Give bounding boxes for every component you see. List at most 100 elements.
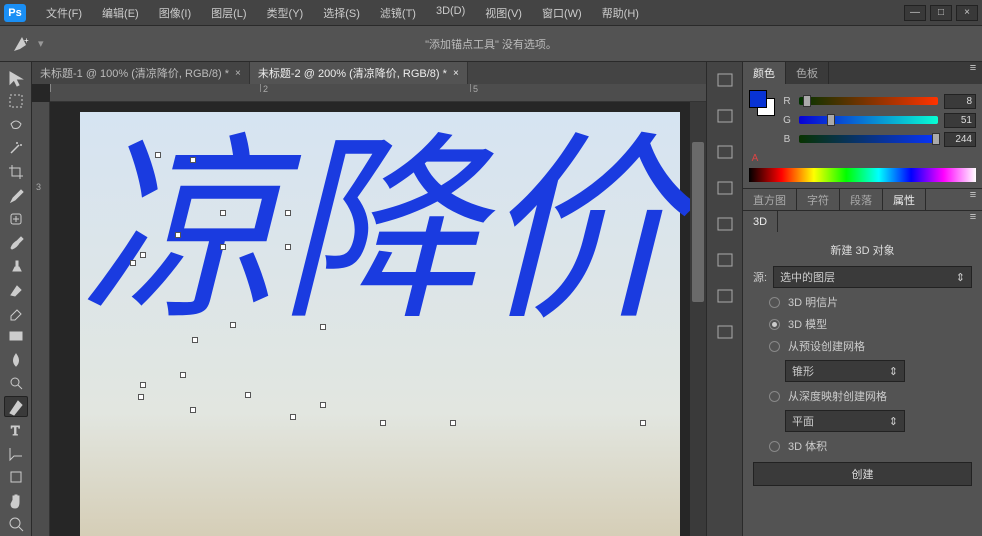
maximize-button[interactable]: □ bbox=[930, 5, 952, 21]
anchor-point[interactable] bbox=[175, 232, 181, 238]
radio-icon[interactable] bbox=[769, 441, 780, 452]
ruler-vertical[interactable]: 3 bbox=[32, 102, 50, 536]
hand-tool[interactable] bbox=[4, 490, 28, 511]
marquee-tool[interactable] bbox=[4, 90, 28, 111]
tab-color[interactable]: 颜色 bbox=[743, 62, 786, 84]
3d-sub-select-3[interactable]: 平面⇕ bbox=[785, 410, 905, 432]
3d-option-3[interactable]: 从深度映射创建网格 bbox=[769, 388, 972, 404]
panel-menu-icon[interactable]: ≡ bbox=[964, 211, 982, 232]
text-tool[interactable]: T bbox=[4, 419, 28, 440]
scrollbar-vertical[interactable] bbox=[690, 102, 706, 536]
3d-option-2[interactable]: 从预设创建网格 bbox=[769, 338, 972, 354]
b-slider[interactable] bbox=[799, 135, 938, 145]
crop-tool[interactable] bbox=[4, 161, 28, 182]
anchor-point[interactable] bbox=[130, 260, 136, 266]
ruler-horizontal[interactable]: 25 bbox=[50, 84, 706, 102]
anchor-point[interactable] bbox=[155, 152, 161, 158]
stamp-tool[interactable] bbox=[4, 255, 28, 276]
heal-tool[interactable] bbox=[4, 208, 28, 229]
foreground-color[interactable] bbox=[749, 90, 767, 108]
anchor-point[interactable] bbox=[192, 337, 198, 343]
tab-2[interactable]: 段落 bbox=[840, 189, 883, 210]
3d-option-1[interactable]: 3D 模型 bbox=[769, 316, 972, 332]
anchor-point[interactable] bbox=[380, 420, 386, 426]
3d-option-0[interactable]: 3D 明信片 bbox=[769, 294, 972, 310]
brush-tool[interactable] bbox=[4, 231, 28, 252]
pen-tool[interactable] bbox=[4, 396, 28, 418]
minimize-button[interactable]: — bbox=[904, 5, 926, 21]
anchor-point[interactable] bbox=[450, 420, 456, 426]
gradient-tool[interactable] bbox=[4, 325, 28, 346]
b-value[interactable]: 244 bbox=[944, 132, 976, 147]
anchor-point[interactable] bbox=[140, 382, 146, 388]
radio-icon[interactable] bbox=[769, 297, 780, 308]
history-panel-icon[interactable] bbox=[713, 70, 737, 90]
color-spectrum[interactable] bbox=[749, 168, 976, 182]
anchor-point[interactable] bbox=[138, 394, 144, 400]
tab-close-icon[interactable]: × bbox=[453, 68, 459, 79]
menu-5[interactable]: 选择(S) bbox=[313, 5, 370, 21]
anchor-point[interactable] bbox=[220, 210, 226, 216]
document-tab-1[interactable]: 未标题-2 @ 200% (清凉降价, RGB/8) *× bbox=[250, 62, 468, 84]
anchor-point[interactable] bbox=[220, 244, 226, 250]
radio-icon[interactable] bbox=[769, 341, 780, 352]
anchor-point[interactable] bbox=[285, 210, 291, 216]
menu-3[interactable]: 图层(L) bbox=[201, 5, 256, 21]
anchor-point[interactable] bbox=[320, 324, 326, 330]
menu-9[interactable]: 窗口(W) bbox=[532, 5, 592, 21]
create-button[interactable]: 创建 bbox=[753, 462, 972, 486]
tab-3d[interactable]: 3D bbox=[743, 211, 778, 232]
3d-panel-icon[interactable] bbox=[713, 322, 737, 342]
tab-0[interactable]: 直方图 bbox=[743, 189, 797, 210]
tab-1[interactable]: 字符 bbox=[797, 189, 840, 210]
radio-icon[interactable] bbox=[769, 319, 780, 330]
path-tool[interactable] bbox=[4, 443, 28, 464]
r-slider[interactable] bbox=[799, 97, 938, 107]
menu-7[interactable]: 3D(D) bbox=[426, 5, 475, 21]
anchor-point[interactable] bbox=[320, 402, 326, 408]
panel-menu-icon[interactable]: ≡ bbox=[964, 62, 982, 84]
tab-close-icon[interactable]: × bbox=[235, 68, 241, 79]
eyedropper-tool[interactable] bbox=[4, 184, 28, 205]
history-tool[interactable] bbox=[4, 278, 28, 299]
menu-1[interactable]: 编辑(E) bbox=[92, 5, 149, 21]
canvas-viewport[interactable]: 凉降价 bbox=[50, 102, 706, 536]
lasso-tool[interactable] bbox=[4, 114, 28, 135]
blur-tool[interactable] bbox=[4, 349, 28, 370]
anchor-point[interactable] bbox=[285, 244, 291, 250]
menu-0[interactable]: 文件(F) bbox=[36, 5, 92, 21]
anchor-point[interactable] bbox=[190, 157, 196, 163]
tab-3[interactable]: 属性 bbox=[883, 189, 926, 210]
brush-panel-icon[interactable] bbox=[713, 106, 737, 126]
channels-panel-icon[interactable] bbox=[713, 214, 737, 234]
adjust-panel-icon[interactable] bbox=[713, 142, 737, 162]
menu-8[interactable]: 视图(V) bbox=[475, 5, 532, 21]
fg-bg-swatches[interactable] bbox=[749, 90, 775, 116]
shape-tool[interactable] bbox=[4, 466, 28, 487]
layers-panel-icon[interactable] bbox=[713, 178, 737, 198]
eraser-tool[interactable] bbox=[4, 302, 28, 323]
tab-swatches[interactable]: 色板 bbox=[786, 62, 829, 84]
anchor-point[interactable] bbox=[230, 322, 236, 328]
g-slider[interactable] bbox=[799, 116, 938, 126]
anchor-point[interactable] bbox=[290, 414, 296, 420]
menu-10[interactable]: 帮助(H) bbox=[592, 5, 649, 21]
move-tool[interactable] bbox=[4, 67, 28, 88]
nav-panel-icon[interactable] bbox=[713, 286, 737, 306]
source-select[interactable]: 选中的图层⇕ bbox=[773, 266, 972, 288]
zoom-tool[interactable] bbox=[4, 513, 28, 534]
g-value[interactable]: 51 bbox=[944, 113, 976, 128]
anchor-point[interactable] bbox=[190, 407, 196, 413]
wand-tool[interactable] bbox=[4, 137, 28, 158]
menu-2[interactable]: 图像(I) bbox=[149, 5, 201, 21]
canvas[interactable]: 凉降价 bbox=[80, 112, 680, 536]
anchor-point[interactable] bbox=[245, 392, 251, 398]
3d-option-4[interactable]: 3D 体积 bbox=[769, 438, 972, 454]
document-tab-0[interactable]: 未标题-1 @ 100% (清凉降价, RGB/8) *× bbox=[32, 62, 250, 84]
menu-6[interactable]: 滤镜(T) bbox=[370, 5, 426, 21]
close-button[interactable]: × bbox=[956, 5, 978, 21]
anchor-point[interactable] bbox=[180, 372, 186, 378]
anchor-point[interactable] bbox=[640, 420, 646, 426]
3d-sub-select-2[interactable]: 锥形⇕ bbox=[785, 360, 905, 382]
anchor-point[interactable] bbox=[140, 252, 146, 258]
